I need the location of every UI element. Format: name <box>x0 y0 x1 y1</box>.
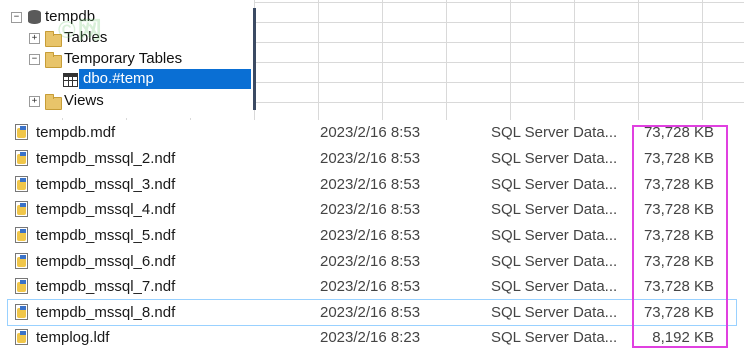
file-size: 73,728 KB <box>643 201 714 218</box>
file-type: SQL Server Data... <box>491 227 618 244</box>
file-row[interactable]: tempdb.mdf 2023/2/16 8:53 SQL Server Dat… <box>8 120 736 145</box>
tree-node-dbo-temp[interactable]: dbo.#temp <box>79 69 251 89</box>
file-name: templog.ldf <box>36 329 110 346</box>
file-size: 73,728 KB <box>643 124 714 141</box>
collapse-temporary-tables-toggle[interactable]: − <box>29 54 40 65</box>
file-size: 73,728 KB <box>643 253 714 270</box>
object-explorer-tree: − tempdb + Tables − Temporary Tables dbo… <box>0 0 254 118</box>
file-date: 2023/2/16 8:53 <box>320 201 421 218</box>
expand-views-toggle[interactable]: + <box>29 96 40 107</box>
file-type: SQL Server Data... <box>491 176 618 193</box>
file-size: 73,728 KB <box>643 150 714 167</box>
file-name: tempdb.mdf <box>36 124 116 141</box>
database-icon <box>28 10 41 24</box>
file-name: tempdb_mssql_4.ndf <box>36 201 176 218</box>
file-size: 8,192 KB <box>652 329 714 346</box>
file-type: SQL Server Data... <box>491 253 618 270</box>
file-type: SQL Server Data... <box>491 304 618 321</box>
file-row[interactable]: tempdb_mssql_4.ndf 2023/2/16 8:53 SQL Se… <box>8 197 736 222</box>
file-size: 73,728 KB <box>643 176 714 193</box>
file-size: 73,728 KB <box>643 304 714 321</box>
file-date: 2023/2/16 8:53 <box>320 253 421 270</box>
file-type: SQL Server Data... <box>491 329 618 346</box>
file-date: 2023/2/16 8:53 <box>320 124 421 141</box>
file-row[interactable]: tempdb_mssql_2.ndf 2023/2/16 8:53 SQL Se… <box>8 146 736 171</box>
file-type: SQL Server Data... <box>491 278 618 295</box>
file-row[interactable]: tempdb_mssql_6.ndf 2023/2/16 8:53 SQL Se… <box>8 249 736 274</box>
folder-icon <box>45 94 62 110</box>
file-size: 73,728 KB <box>643 278 714 295</box>
tree-node-temporary-tables[interactable]: Temporary Tables <box>64 49 182 69</box>
file-type: SQL Server Data... <box>491 124 618 141</box>
file-name: tempdb_mssql_5.ndf <box>36 227 176 244</box>
expand-tables-toggle[interactable]: + <box>29 33 40 44</box>
file-name: tempdb_mssql_2.ndf <box>36 150 176 167</box>
folder-icon <box>45 52 62 68</box>
panel-divider <box>253 8 256 110</box>
file-date: 2023/2/16 8:53 <box>320 304 421 321</box>
file-date: 2023/2/16 8:53 <box>320 176 421 193</box>
file-size: 73,728 KB <box>643 227 714 244</box>
database-file-icon <box>15 124 28 140</box>
file-name: tempdb_mssql_8.ndf <box>36 304 176 321</box>
database-file-icon <box>15 253 28 269</box>
file-date: 2023/2/16 8:53 <box>320 227 421 244</box>
database-file-icon <box>15 176 28 192</box>
database-file-icon <box>15 201 28 217</box>
file-date: 2023/2/16 8:53 <box>320 150 421 167</box>
file-row[interactable]: templog.ldf 2023/2/16 8:23 SQL Server Da… <box>8 325 736 350</box>
log-file-icon <box>15 329 28 345</box>
tree-node-views[interactable]: Views <box>64 91 104 111</box>
file-date: 2023/2/16 8:53 <box>320 278 421 295</box>
database-file-icon <box>15 150 28 166</box>
file-date: 2023/2/16 8:23 <box>320 329 421 346</box>
file-type: SQL Server Data... <box>491 201 618 218</box>
database-file-icon <box>15 278 28 294</box>
file-type: SQL Server Data... <box>491 150 618 167</box>
table-icon <box>63 73 78 87</box>
file-name: tempdb_mssql_7.ndf <box>36 278 176 295</box>
file-row[interactable]: tempdb_mssql_3.ndf 2023/2/16 8:53 SQL Se… <box>8 172 736 197</box>
file-name: tempdb_mssql_6.ndf <box>36 253 176 270</box>
file-row[interactable]: tempdb_mssql_5.ndf 2023/2/16 8:53 SQL Se… <box>8 223 736 248</box>
database-file-icon <box>15 227 28 243</box>
file-row-highlighted[interactable]: tempdb_mssql_8.ndf 2023/2/16 8:53 SQL Se… <box>7 299 737 326</box>
watermark: ©网 <box>58 17 104 44</box>
file-name: tempdb_mssql_3.ndf <box>36 176 176 193</box>
collapse-tempdb-toggle[interactable]: − <box>11 12 22 23</box>
file-row[interactable]: tempdb_mssql_7.ndf 2023/2/16 8:53 SQL Se… <box>8 274 736 299</box>
database-file-icon <box>15 304 28 320</box>
